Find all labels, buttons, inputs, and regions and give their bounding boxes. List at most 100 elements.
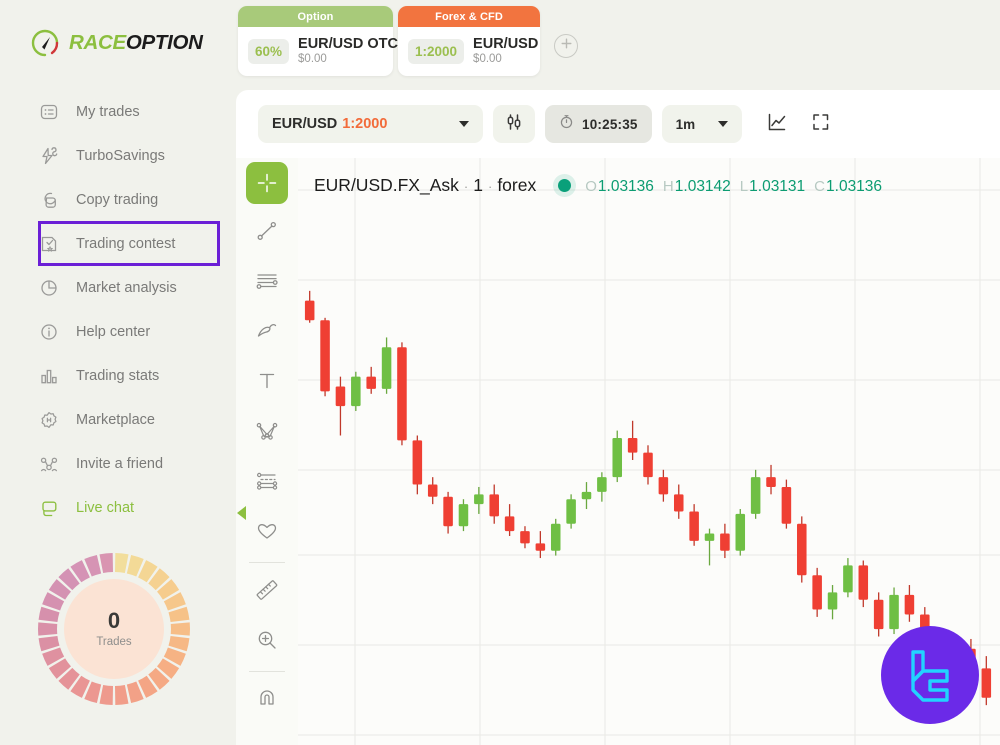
magnet-tool[interactable]: [236, 676, 298, 726]
toolbar-divider: [249, 671, 285, 672]
trophy-star-icon: [38, 233, 60, 255]
ruler-measure-tool[interactable]: [236, 567, 298, 617]
asset-tab-body: 1:2000 EUR/USD $0.00: [398, 27, 540, 76]
ohlc-open-label: O: [585, 178, 597, 195]
trend-line-icon: [254, 218, 280, 249]
trades-donut-center: 0 Trades: [64, 579, 164, 679]
asset-tab-option[interactable]: Option 60% EUR/USD OTC $0.00: [238, 6, 398, 76]
people-network-icon: [38, 453, 60, 475]
sidebar-item-trading-contest[interactable]: Trading contest: [0, 222, 236, 266]
fib-levels-icon: [254, 468, 280, 499]
symbol-leverage: 1:2000: [342, 116, 388, 132]
bar-chart-icon: [38, 365, 60, 387]
magnet-icon: [254, 686, 280, 717]
line-chart-icon: [766, 111, 788, 138]
sidebar-item-label: Marketplace: [76, 412, 155, 428]
sidebar-item-label: My trades: [76, 104, 140, 120]
ohlc-close-value: 1.03136: [826, 178, 883, 195]
collapse-left-arrow-icon[interactable]: [237, 506, 246, 520]
ohlc-open-value: 1.03136: [597, 178, 654, 195]
text-tool[interactable]: [236, 358, 298, 408]
fib-levels-tool[interactable]: [236, 458, 298, 508]
sidebar: RACEOPTION My trades TurboSavings Copy t…: [0, 0, 236, 745]
add-asset-tab-button[interactable]: [554, 34, 578, 58]
sidebar-item-my-trades[interactable]: My trades: [0, 90, 236, 134]
asset-tab-names: EUR/USD $0.00: [473, 36, 538, 68]
trades-count: 0: [107, 608, 121, 633]
drawing-tools-bar: [236, 158, 298, 745]
asset-tab-forex-cfd[interactable]: Forex & CFD 1:2000 EUR/USD $0.00: [398, 6, 540, 76]
server-time-display[interactable]: 10:25:35: [545, 105, 652, 143]
asset-leverage-badge: 1:2000: [408, 39, 465, 64]
list-card-icon: [38, 101, 60, 123]
pattern-shapes-tool[interactable]: [236, 408, 298, 458]
trades-count-label: Trades: [96, 636, 132, 648]
candlestick-type-button[interactable]: [493, 105, 535, 143]
plus-circle-icon: [560, 37, 573, 55]
sidebar-item-live-chat[interactable]: Live chat: [0, 486, 236, 530]
copy-documents-icon: [38, 189, 60, 211]
sidebar-item-copy-trading[interactable]: Copy trading: [0, 178, 236, 222]
asset-tabs-bar: Option 60% EUR/USD OTC $0.00 Forex & CFD…: [236, 0, 1000, 90]
sidebar-item-marketplace[interactable]: Marketplace: [0, 398, 236, 442]
text-tool-icon: [254, 368, 280, 399]
ohlc-close-label: C: [814, 178, 826, 195]
ohlc-low: L1.03131: [740, 178, 805, 196]
lc-monogram-logo-watermark: [881, 626, 979, 724]
ruler-measure-icon: [254, 577, 280, 608]
asset-tab-body: 60% EUR/USD OTC $0.00: [238, 27, 398, 76]
sidebar-item-help-center[interactable]: Help center: [0, 310, 236, 354]
asset-amount: $0.00: [298, 53, 327, 66]
chart-sep: ·: [487, 179, 493, 194]
chevron-down-icon: [717, 121, 728, 127]
ohlc-low-value: 1.03131: [749, 178, 806, 195]
sidebar-item-label: TurboSavings: [76, 148, 165, 164]
timeframe-selector[interactable]: 1m: [661, 105, 742, 143]
ohlc-high-label: H: [662, 178, 674, 195]
trend-line-tool[interactable]: [236, 208, 298, 258]
fullscreen-button[interactable]: [804, 105, 838, 143]
sidebar-item-trading-stats[interactable]: Trading stats: [0, 354, 236, 398]
store-badge-icon: [38, 409, 60, 431]
chat-bubbles-icon: [38, 497, 60, 519]
chart-toolbar: EUR/USD 1:2000 10:25:35 1m: [236, 90, 1000, 158]
symbol-name: EUR/USD: [272, 116, 338, 132]
sidebar-item-label: Trading contest: [76, 236, 176, 252]
symbol-selector-text: EUR/USD 1:2000: [272, 115, 387, 133]
brand-logo[interactable]: RACEOPTION: [30, 28, 203, 58]
horizontal-lines-tool[interactable]: [236, 258, 298, 308]
symbol-selector[interactable]: EUR/USD 1:2000: [258, 105, 483, 143]
sidebar-item-invite-a-friend[interactable]: Invite a friend: [0, 442, 236, 486]
ohlc-low-label: L: [739, 178, 749, 195]
raceoption-speedometer-logo-icon: [30, 28, 60, 58]
asset-tab-caption: Forex & CFD: [398, 6, 540, 27]
stopwatch-icon: [559, 114, 574, 134]
sidebar-item-turbosavings[interactable]: TurboSavings: [0, 134, 236, 178]
asset-amount: $0.00: [473, 53, 502, 66]
brush-draw-tool[interactable]: [236, 308, 298, 358]
sidebar-nav: My trades TurboSavings Copy trading Trad…: [0, 90, 236, 530]
app-root: RACEOPTION My trades TurboSavings Copy t…: [0, 0, 1000, 745]
server-time-value: 10:25:35: [582, 116, 638, 132]
ohlc-values: O1.03136 H1.03142 L1.03131 C1.03136: [585, 178, 882, 196]
zoom-in-icon: [254, 627, 280, 658]
ohlc-open: O1.03136: [585, 178, 654, 196]
asset-tab-names: EUR/USD OTC $0.00: [298, 36, 398, 68]
expand-fullscreen-icon: [811, 112, 831, 137]
trades-donut-widget[interactable]: 0 Trades: [35, 550, 193, 708]
chart-market: forex: [497, 175, 537, 195]
sidebar-item-market-analysis[interactable]: Market analysis: [0, 266, 236, 310]
brand-option: OPTION: [125, 31, 203, 54]
sidebar-item-label: Help center: [76, 324, 151, 340]
brand-wordmark: RACEOPTION: [69, 31, 203, 55]
chart-type-button[interactable]: [760, 105, 794, 143]
crosshair-cursor-tool[interactable]: [236, 158, 298, 208]
zoom-in-tool[interactable]: [236, 617, 298, 667]
ohlc-high-value: 1.03142: [674, 178, 731, 195]
asset-tab-caption-label: Option: [297, 10, 334, 23]
asset-instrument-name: EUR/USD: [473, 35, 539, 52]
crosshair-cursor-icon: [246, 162, 288, 204]
asset-instrument-name: EUR/USD OTC: [298, 35, 398, 52]
asset-tab-caption: Option: [238, 6, 393, 27]
asset-tab-caption-label: Forex & CFD: [435, 10, 503, 23]
